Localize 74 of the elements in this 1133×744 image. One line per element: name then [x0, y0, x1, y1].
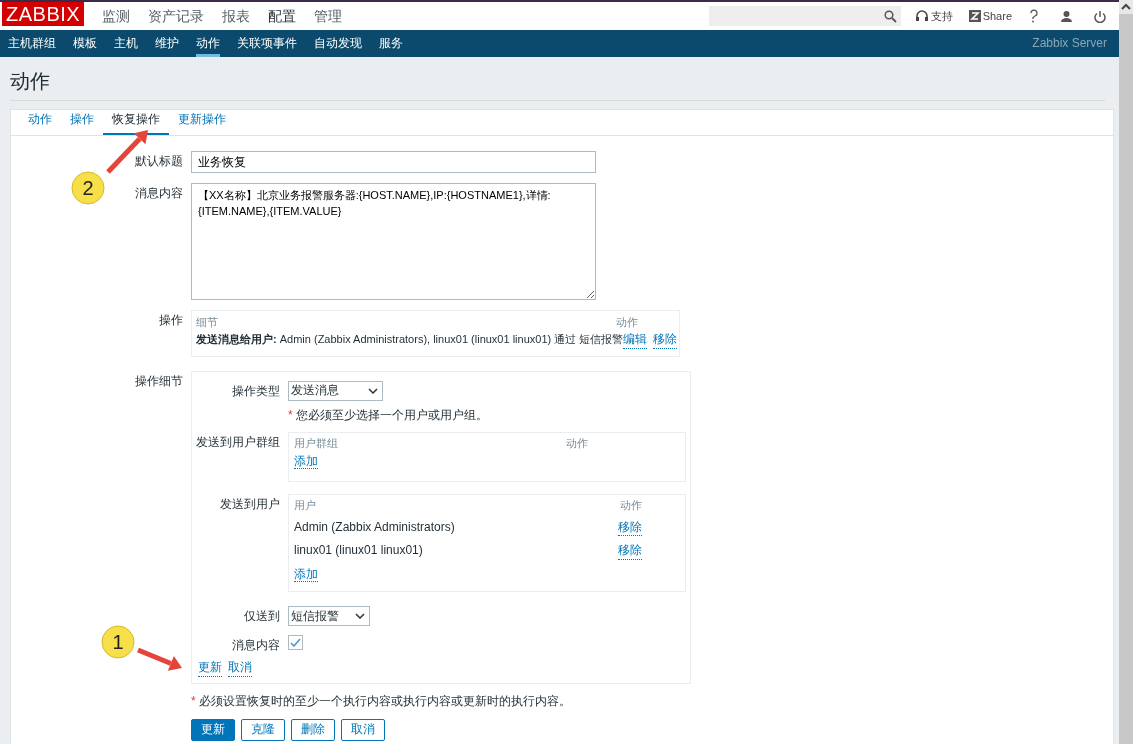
add-link[interactable]: 添加	[294, 566, 318, 582]
caret-icon	[355, 613, 365, 620]
power-icon[interactable]	[1093, 9, 1107, 23]
arrow	[137, 647, 182, 671]
caret-icon	[368, 387, 378, 394]
nav-item[interactable]: 主机群组	[8, 30, 56, 57]
menu-item[interactable]: 监测	[102, 6, 131, 26]
message-field[interactable]: 【XX名称】北京业务报警服务器:{HOST.NAME},IP:{HOSTNAME1},详情: {ITEM.NAME},{ITEM.VALUE}	[191, 183, 596, 300]
media-select[interactable]: 短信报警	[288, 606, 370, 627]
menu-item[interactable]: 管理	[314, 6, 343, 26]
menu-item[interactable]: 配置	[268, 6, 297, 26]
field-label: 默认标题	[135, 154, 183, 168]
scrollbar[interactable]	[1119, 0, 1133, 744]
form-link[interactable]: 取消	[228, 660, 252, 677]
headset-icon	[914, 9, 929, 23]
callout-badge: 1	[101, 625, 135, 659]
form-button[interactable]: 取消	[341, 719, 385, 742]
share-link[interactable]: Share	[968, 8, 1012, 24]
search-icon	[884, 9, 898, 23]
nav-item[interactable]: 服务	[379, 30, 403, 57]
field-label: 操作类型	[232, 383, 280, 398]
share-logo-icon	[968, 10, 981, 22]
message-checkbox[interactable]	[288, 635, 303, 651]
field-label: 发送到用户群组	[196, 435, 280, 450]
nav-item[interactable]: 动作	[196, 30, 220, 57]
field-label: 操作	[159, 313, 183, 327]
nav-item[interactable]: 维护	[155, 30, 179, 57]
remove-link[interactable]: 移除	[618, 543, 642, 560]
page-title: 动作	[10, 69, 51, 94]
callout-badge: 2	[71, 171, 105, 205]
column-header: 用户群组	[294, 436, 339, 451]
column-header: 细节	[196, 315, 218, 330]
field-label: 消息内容	[232, 638, 280, 653]
remove-link[interactable]: 移除	[618, 519, 642, 537]
checkmark-icon	[290, 638, 301, 648]
user-icon[interactable]	[1060, 10, 1073, 22]
subject-field[interactable]: 业务恢复	[191, 151, 596, 173]
menu-item[interactable]: 资产记录	[148, 6, 205, 26]
type-select[interactable]: 发送消息	[288, 380, 383, 401]
user-name: Admin (Zabbix Administrators)	[294, 519, 455, 536]
field-label: 消息内容	[135, 186, 183, 200]
column-header: 动作	[620, 498, 642, 513]
column-header: 动作	[566, 436, 588, 451]
field-label: 操作细节	[135, 373, 183, 388]
search-button[interactable]	[880, 6, 901, 26]
form-button[interactable]: 克隆	[241, 719, 285, 742]
required-note: * 必须设置恢复时的至少一个执行内容或执行内容或更新时的执行内容。	[191, 693, 572, 710]
server-name: Zabbix Server	[1032, 35, 1107, 52]
help-icon[interactable]	[1028, 9, 1038, 23]
required-note: * 您必须至少选择一个用户或用户组。	[288, 407, 489, 424]
form-link[interactable]: 更新	[198, 660, 222, 677]
operation-detail: 发送消息给用户: Admin (Zabbix Administrators), linux01 (linux01 linux01) 通过 短信报警	[196, 332, 624, 348]
column-header: 动作	[616, 315, 638, 330]
field-label: 仅送到	[244, 609, 280, 624]
logo[interactable]: ZABBIX	[2, 2, 85, 26]
field-label: 发送到用户	[220, 497, 280, 512]
menu-item[interactable]: 报表	[222, 6, 251, 26]
nav-item[interactable]: 自动发现	[314, 30, 362, 57]
add-link[interactable]: 添加	[294, 453, 318, 469]
nav-item[interactable]: 关联项事件	[237, 30, 297, 57]
arrow	[106, 130, 148, 174]
action-link[interactable]: 移除	[653, 332, 678, 349]
tab[interactable]: 动作	[19, 112, 61, 135]
nav-item[interactable]: 模板	[73, 30, 97, 57]
update-button[interactable]: 更新	[191, 719, 235, 742]
user-name: linux01 (linux01 linux01)	[294, 543, 423, 560]
nav-item[interactable]: 主机	[114, 30, 138, 57]
support-link[interactable]: 支持	[914, 8, 953, 24]
tab[interactable]: 更新操作	[169, 112, 235, 135]
tab[interactable]: 操作	[61, 112, 103, 135]
form-button[interactable]: 删除	[291, 719, 335, 742]
action-link[interactable]: 编辑	[623, 332, 648, 349]
column-header: 用户	[294, 498, 316, 513]
scroll-up-icon[interactable]	[1119, 0, 1133, 14]
